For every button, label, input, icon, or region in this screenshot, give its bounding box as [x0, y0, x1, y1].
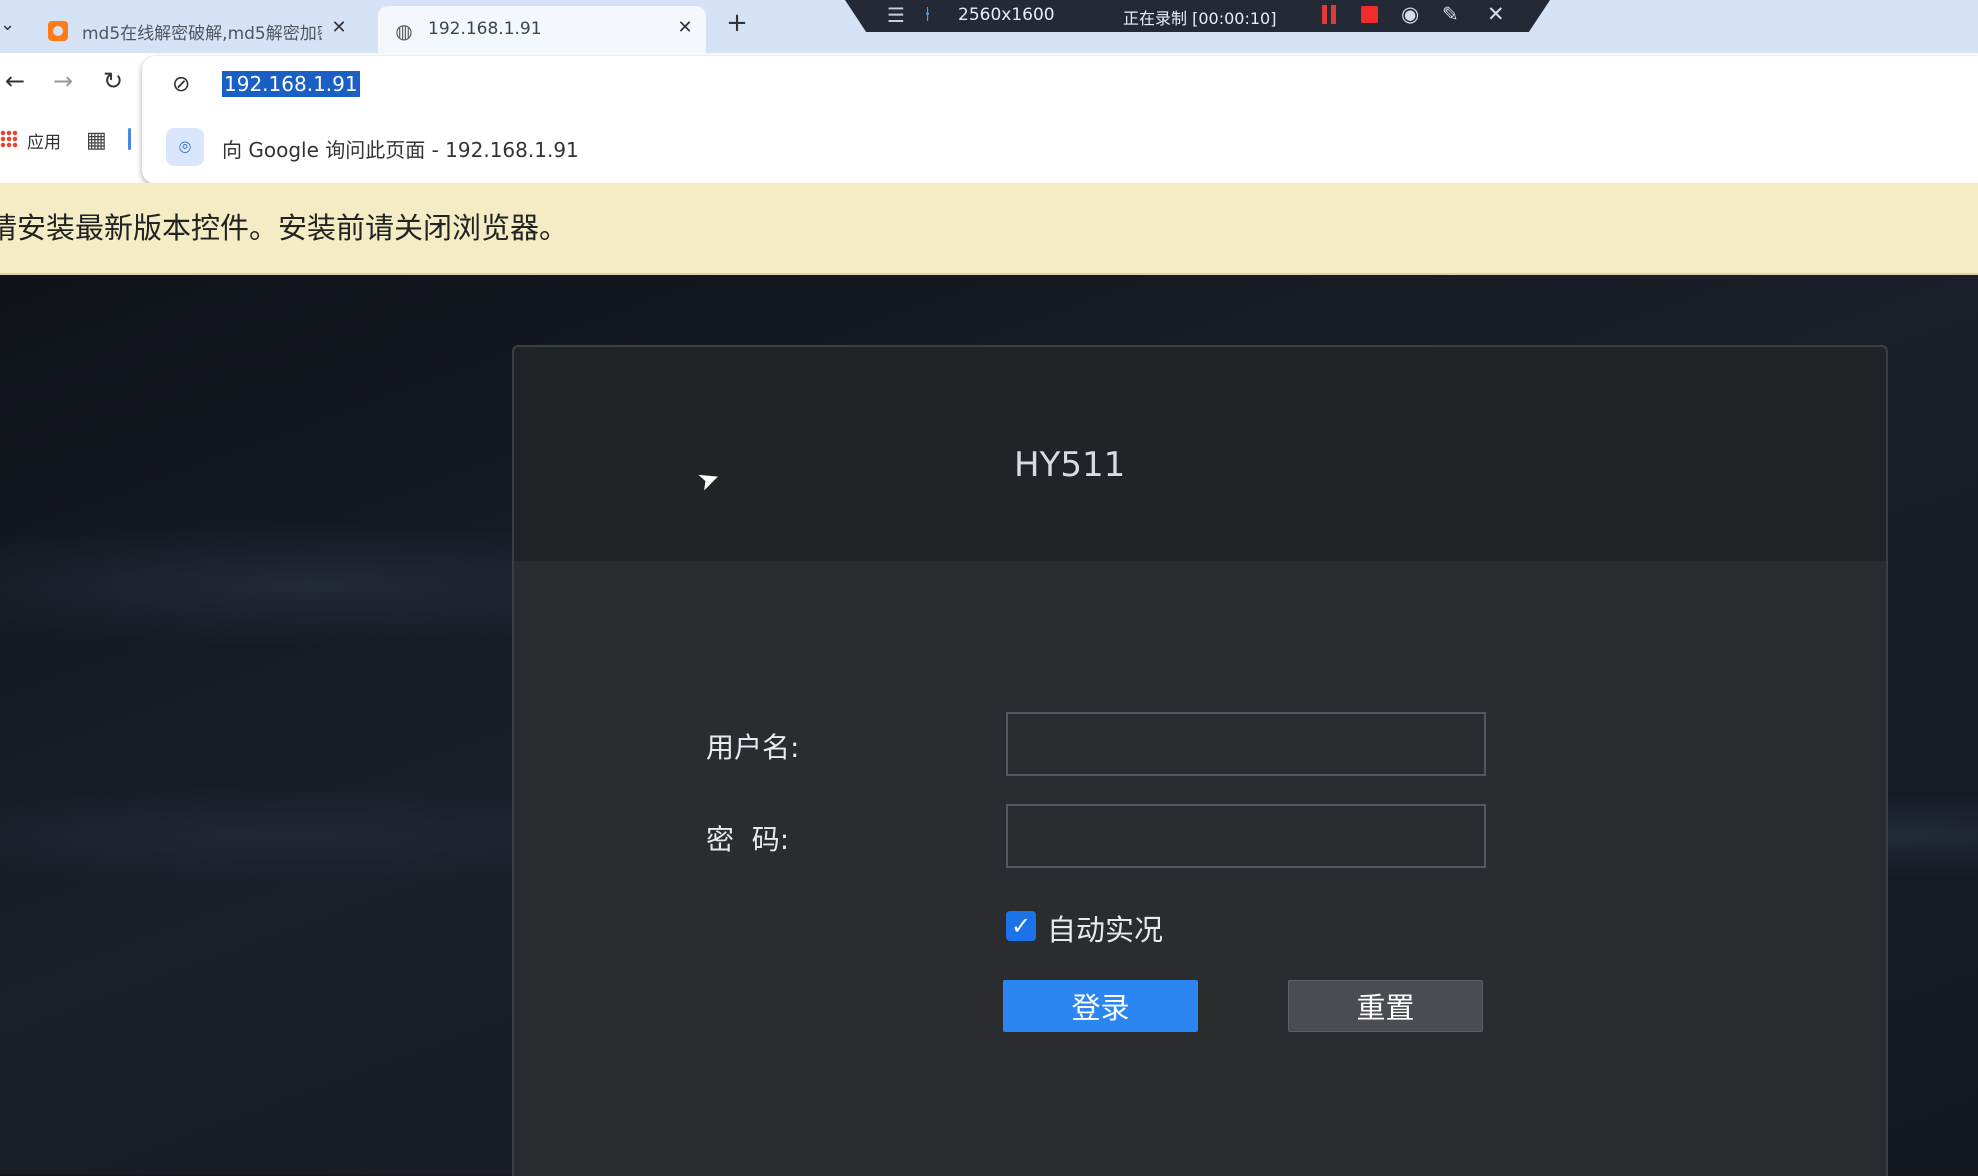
- login-panel-header: HY511: [514, 347, 1886, 561]
- username-input[interactable]: [1006, 712, 1486, 776]
- reset-button[interactable]: 重置: [1288, 980, 1483, 1032]
- site-favicon-icon: [48, 21, 68, 41]
- tab-title: md5在线解密破解,md5解密加密: [82, 24, 322, 44]
- device-title: HY511: [1014, 445, 1126, 485]
- login-button[interactable]: 登录: [1003, 980, 1198, 1032]
- site-info-icon[interactable]: ⊘: [172, 72, 190, 97]
- close-tab-icon[interactable]: ✕: [328, 17, 350, 39]
- omnibox-suggestion[interactable]: 向 Google 询问此页面 - 192.168.1.91: [222, 134, 579, 163]
- bookmark-divider: [128, 128, 131, 150]
- close-icon[interactable]: ✕: [1487, 2, 1505, 26]
- address-input[interactable]: 192.168.1.91: [222, 71, 360, 97]
- tab-strip: ⌄ md5在线解密破解,md5解密加密 ✕ ◍ 192.168.1.91 ✕ +…: [0, 0, 1978, 53]
- omnibox-dropdown: ⊘ 192.168.1.91 ⌾ 向 Google 询问此页面 - 192.16…: [142, 56, 1978, 184]
- tab-md5[interactable]: md5在线解密破解,md5解密加密 ✕: [32, 6, 368, 53]
- infobar-message: 请安装最新版本控件。安装前请关闭浏览器。: [0, 211, 569, 245]
- camera-icon[interactable]: ◉: [1401, 2, 1419, 26]
- tab-title: 192.168.1.91: [428, 19, 542, 39]
- pin-icon[interactable]: ⍿: [925, 2, 930, 26]
- tab-active-192[interactable]: ◍ 192.168.1.91 ✕: [378, 6, 706, 53]
- grid-icon[interactable]: ▦: [86, 128, 107, 153]
- username-label: 用户名:: [706, 731, 800, 764]
- back-arrow-icon[interactable]: ←: [0, 67, 30, 95]
- tab-search-chevron-icon[interactable]: ⌄: [0, 14, 18, 38]
- password-input[interactable]: [1006, 804, 1486, 868]
- recorder-status: 正在录制 [00:00:10]: [1123, 9, 1277, 28]
- plugin-infobar: 请安装最新版本控件。安装前请关闭浏览器。: [0, 183, 1978, 275]
- lens-icon: ⌾: [166, 128, 204, 166]
- screen-recorder-bar: ☰ ⍿ 2560x1600 正在录制 [00:00:10] ◉ ✎ ✕: [845, 0, 1550, 32]
- pause-icon[interactable]: [1322, 5, 1336, 24]
- reload-icon[interactable]: ↻: [98, 67, 128, 95]
- forward-arrow-icon[interactable]: →: [48, 67, 78, 95]
- apps-icon[interactable]: [0, 130, 18, 148]
- password-label: 密 码:: [706, 823, 790, 856]
- auto-live-checkbox[interactable]: ✓: [1006, 911, 1036, 941]
- menu-icon[interactable]: ☰: [887, 3, 905, 27]
- close-tab-icon[interactable]: ✕: [674, 17, 696, 39]
- globe-icon: ◍: [395, 19, 413, 43]
- stop-icon[interactable]: [1361, 6, 1378, 23]
- pen-icon[interactable]: ✎: [1442, 2, 1459, 26]
- auto-live-label[interactable]: 自动实况: [1047, 907, 1163, 949]
- recorder-resolution: 2560x1600: [958, 5, 1055, 25]
- bookmark-apps[interactable]: 应用: [27, 128, 61, 153]
- new-tab-button[interactable]: +: [724, 10, 750, 36]
